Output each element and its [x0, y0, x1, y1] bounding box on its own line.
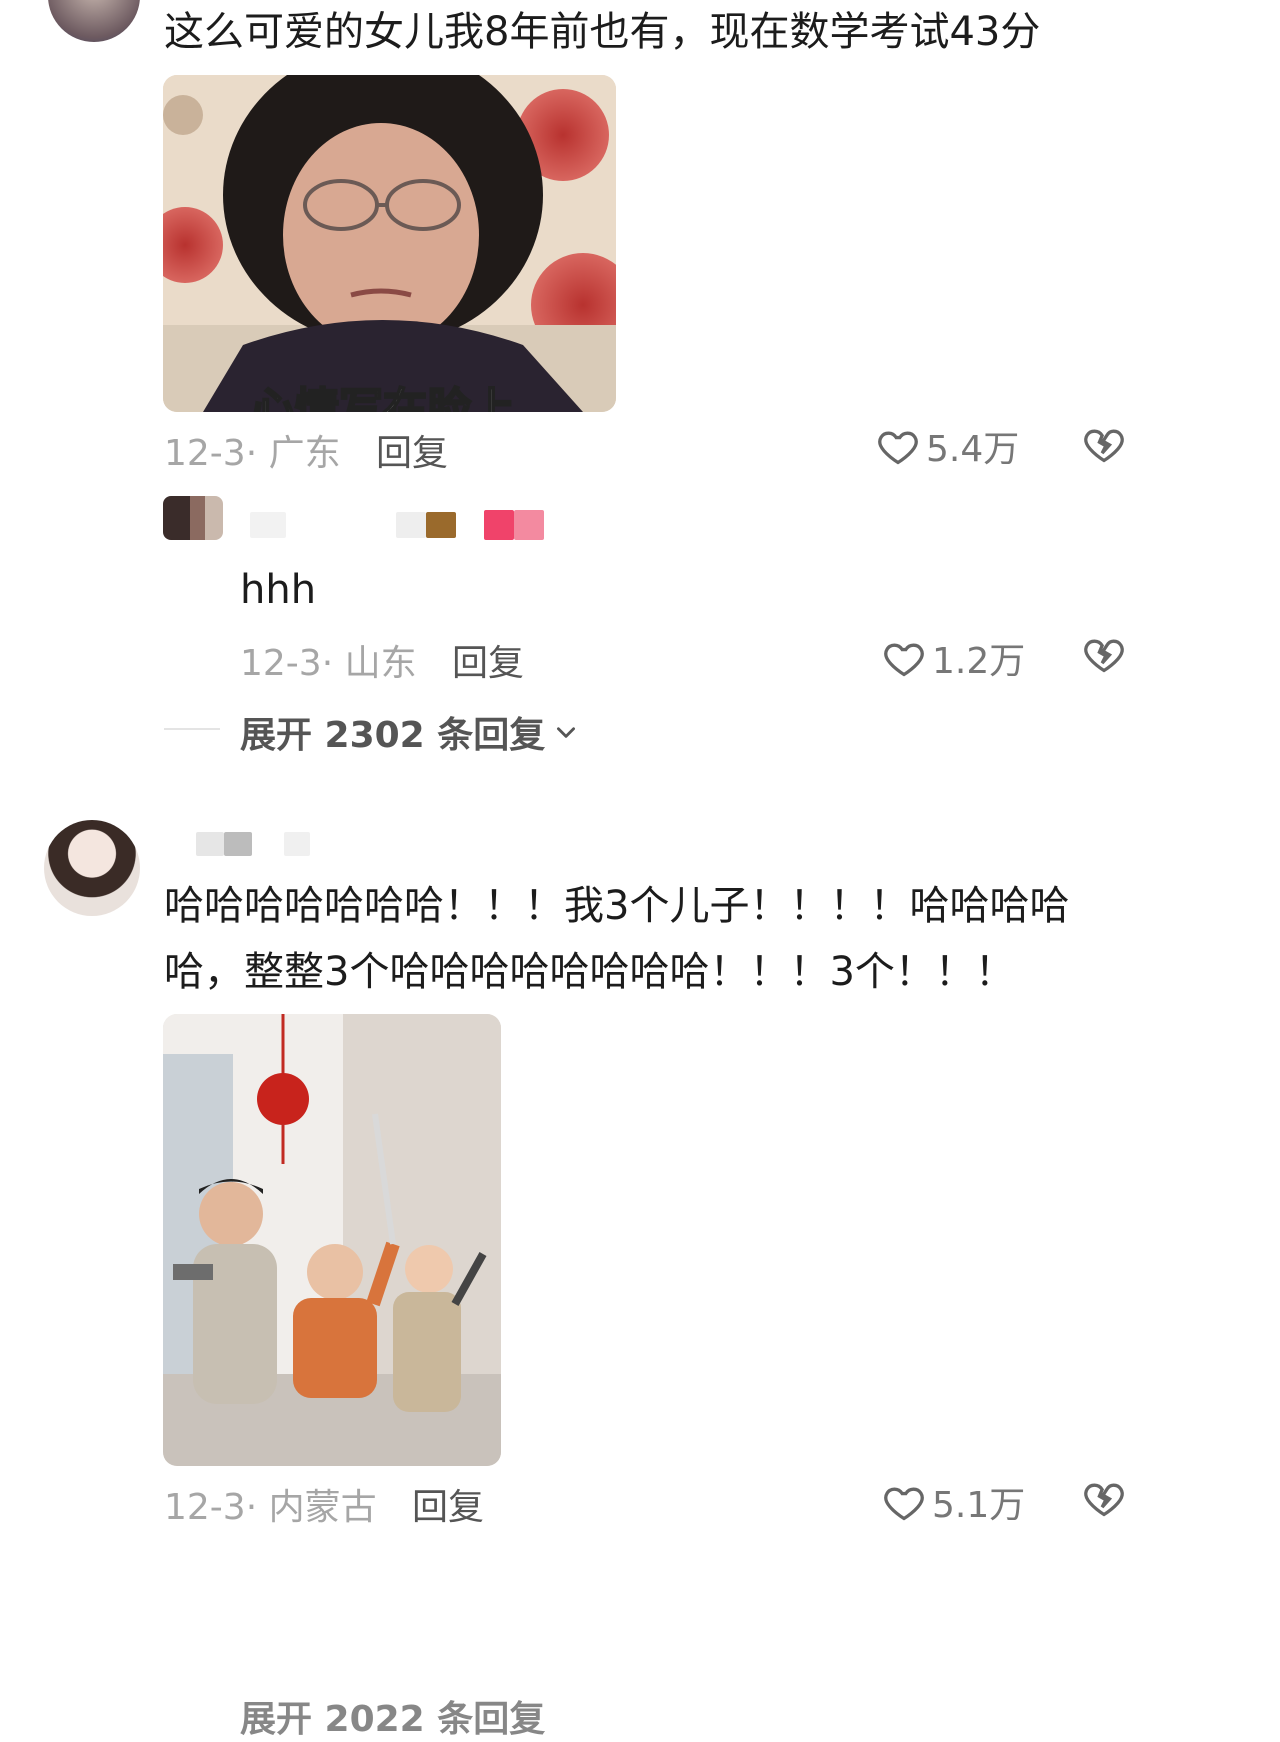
like-button[interactable]: 5.1万	[882, 1476, 1025, 1528]
comment-text: 这么可爱的女儿我8年前也有，现在数学考试43分	[164, 9, 1041, 55]
reply-button[interactable]: 回复	[376, 424, 448, 476]
comment-text-line-1: 哈哈哈哈哈哈哈！！！我3个儿子！！！！哈哈哈哈	[164, 883, 1070, 929]
expand-replies-button[interactable]: 展开 2022 条回复	[240, 1690, 545, 1742]
heart-icon	[876, 424, 920, 468]
dislike-icon[interactable]	[1082, 422, 1126, 466]
username-obscured	[426, 512, 456, 538]
username-obscured	[396, 512, 426, 538]
image-caption: 心情写在脸上	[250, 383, 516, 412]
reply-button[interactable]: 回复	[412, 1478, 484, 1530]
kids-photo	[163, 1014, 501, 1466]
like-button[interactable]: 5.4万	[876, 420, 1019, 472]
avatar[interactable]	[44, 820, 140, 916]
badge-obscured	[484, 510, 514, 540]
chevron-down-icon	[553, 719, 579, 745]
comment-image[interactable]	[163, 1014, 501, 1466]
expand-replies-label: 展开 2302 条回复	[240, 715, 546, 756]
reply-date-location: 12-3· 山东	[240, 643, 417, 684]
meme-photo	[163, 75, 616, 412]
badge-obscured	[514, 510, 544, 540]
like-button[interactable]: 1.2万	[882, 632, 1025, 684]
heart-icon	[882, 1480, 926, 1524]
reply-button[interactable]: 回复	[452, 634, 524, 686]
username-obscured	[250, 512, 286, 538]
username-obscured	[224, 832, 252, 856]
comment-text-line-2: 哈，整整3个哈哈哈哈哈哈哈哈！！！3个！！！	[164, 949, 1015, 995]
comment-date-location: 12-3· 内蒙古	[164, 1487, 377, 1528]
like-count: 5.1万	[932, 1485, 1026, 1526]
comment-date-location: 12-3· 广东	[164, 433, 341, 474]
divider	[164, 728, 220, 730]
heart-icon	[882, 636, 926, 680]
avatar[interactable]	[48, 0, 140, 42]
like-count: 5.4万	[926, 429, 1020, 470]
username-obscured	[284, 832, 310, 856]
like-count: 1.2万	[932, 641, 1026, 682]
dislike-icon[interactable]	[1082, 632, 1126, 676]
comment-image[interactable]: 心情写在脸上	[163, 75, 616, 412]
dislike-icon[interactable]	[1082, 1476, 1126, 1520]
expand-replies-label: 展开 2022 条回复	[240, 1699, 546, 1740]
username-obscured	[196, 832, 224, 856]
reply-text: hhh	[240, 567, 317, 613]
reply-avatar[interactable]	[163, 496, 223, 540]
expand-replies-button[interactable]: 展开 2302 条回复	[240, 706, 579, 758]
